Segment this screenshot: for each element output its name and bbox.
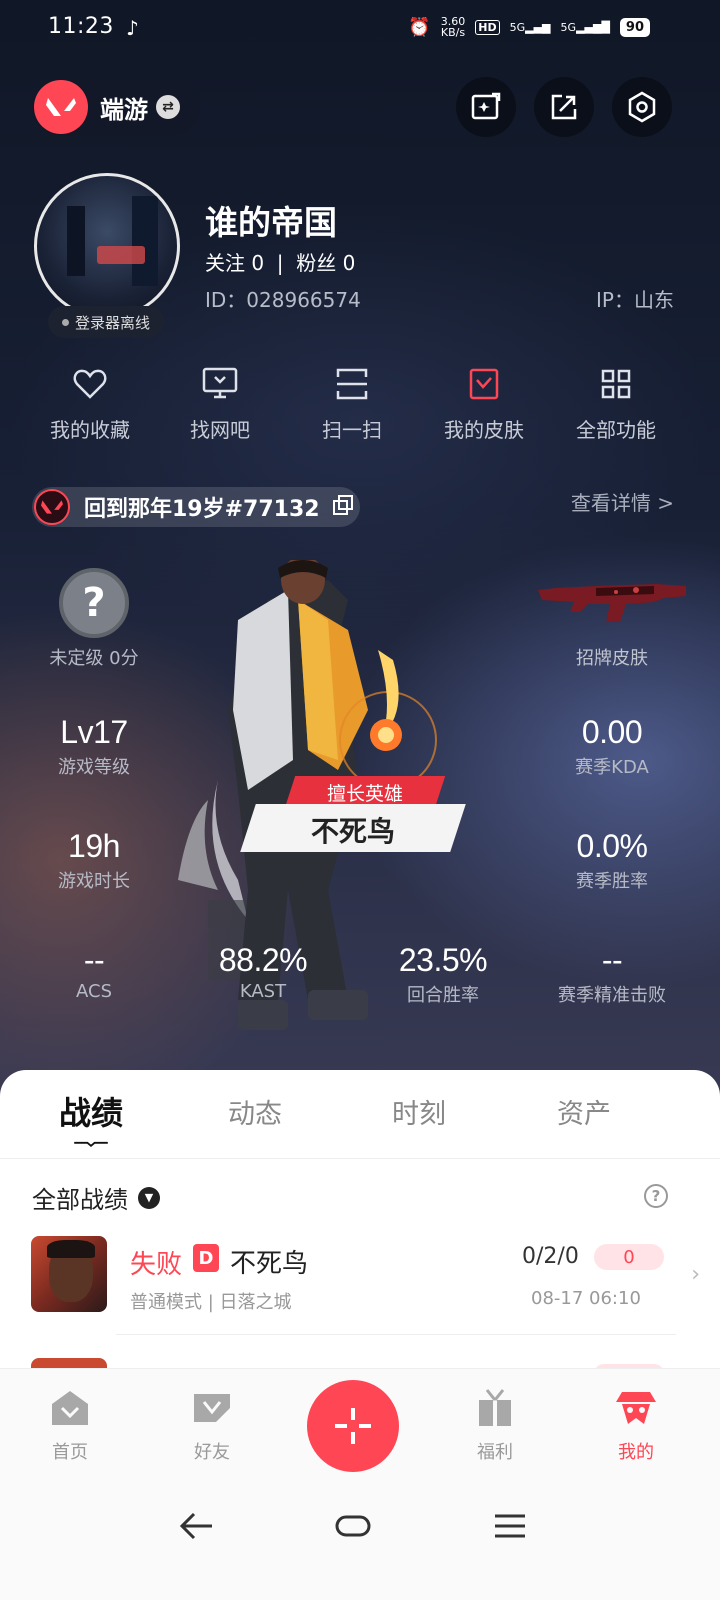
function-all[interactable]: 全部功能 <box>556 364 676 443</box>
tab-feed[interactable]: 动态 <box>185 1092 325 1131</box>
stat-precise-kills: -- 赛季精准击败 <box>558 942 666 1006</box>
function-scan[interactable]: 扫一扫 <box>292 364 412 443</box>
gift-icon <box>479 1389 511 1426</box>
system-menu-icon[interactable] <box>492 1510 528 1542</box>
nav-home[interactable]: 首页 <box>20 1388 120 1464</box>
friends-icon <box>194 1394 230 1422</box>
share-icon <box>551 94 577 120</box>
settings-button[interactable] <box>612 77 672 137</box>
records-filter-dropdown[interactable]: 全部战绩 ▼ <box>32 1180 160 1215</box>
system-back-icon[interactable] <box>178 1510 216 1542</box>
match-mode-tag: D <box>193 1244 219 1272</box>
stat-hours: 19h 游戏时长 <box>58 828 130 892</box>
app-name: 端游 <box>100 95 148 124</box>
edit-card-icon <box>471 92 501 120</box>
scan-icon <box>336 368 368 400</box>
battery-indicator: 90 <box>619 17 650 37</box>
function-label: 全部功能 <box>576 418 656 442</box>
function-find-cafe[interactable]: 找网吧 <box>160 364 280 443</box>
stat-kda: 0.00 赛季KDA <box>575 714 649 778</box>
heart-icon <box>73 369 107 399</box>
game-account-name: 回到那年19岁#77132 <box>84 497 320 522</box>
alarm-icon: ⏰ <box>408 16 431 38</box>
signal-1-icon: 5G▂▄▆ <box>509 20 551 34</box>
tab-indicator <box>74 1141 108 1147</box>
nav-me[interactable]: 我的 <box>586 1388 686 1464</box>
chevron-down-icon: ▼ <box>138 1186 160 1209</box>
net-speed: 3.60 KB/s <box>440 15 466 39</box>
match-agent-name: 不死鸟 <box>230 1249 309 1279</box>
share-button[interactable] <box>534 77 594 137</box>
status-time: 11:23 <box>48 14 114 39</box>
stat-acs: -- ACS <box>76 942 112 1002</box>
app-switcher[interactable]: 端游 ⇄ <box>32 78 200 136</box>
tab-records[interactable]: 战绩 <box>21 1088 161 1134</box>
tab-assets[interactable]: 资产 <box>514 1092 654 1131</box>
home-icon <box>52 1391 88 1425</box>
copy-icon[interactable] <box>332 494 354 520</box>
hero-name: 不死鸟 <box>310 815 395 848</box>
signature-skin-label: 招牌皮肤 <box>576 648 648 669</box>
function-label: 找网吧 <box>190 418 250 442</box>
chevron-right-icon[interactable]: › <box>691 1262 700 1287</box>
stat-round-winrate: 23.5% 回合胜率 <box>398 942 488 1006</box>
skin-icon <box>469 368 499 400</box>
follow-stats[interactable]: 关注 0 | 粉丝 0 <box>205 247 355 276</box>
match-agent-thumbnail <box>31 1236 107 1312</box>
function-my-skins[interactable]: 我的皮肤 <box>424 364 544 443</box>
match-result: 失败 <box>130 1250 183 1280</box>
stat-kast: 88.2% KAST <box>218 942 308 1002</box>
divider <box>0 1158 720 1159</box>
function-label: 我的皮肤 <box>444 418 524 442</box>
hero-badge-title: 擅长英雄 <box>326 783 403 805</box>
valorant-logo-icon <box>34 489 70 525</box>
help-icon[interactable]: ? <box>644 1184 668 1208</box>
stat-winrate: 0.0% 赛季胜率 <box>576 828 648 892</box>
match-kda: 0/2/0 <box>522 1244 579 1269</box>
nav-friends[interactable]: 好友 <box>162 1388 262 1464</box>
rank-icon: ? <box>59 568 129 638</box>
rifle-skin-icon <box>538 584 686 622</box>
tab-moments[interactable]: 时刻 <box>349 1092 489 1131</box>
create-post-button[interactable] <box>307 1380 399 1472</box>
system-home-icon[interactable] <box>334 1510 372 1542</box>
edit-card-button[interactable] <box>456 77 516 137</box>
hd-badge: HD <box>475 19 500 35</box>
game-account-bar[interactable]: 回到那年19岁#77132 <box>32 487 360 527</box>
plus-icon <box>335 1408 371 1444</box>
swap-icon: ⇄ <box>156 95 180 119</box>
ip-location: IP：山东 <box>596 288 674 312</box>
valorant-logo-icon <box>34 80 88 134</box>
rank-label: 未定级 0分 <box>49 648 139 669</box>
view-details-link[interactable]: 查看详情 > <box>571 487 674 516</box>
settings-icon <box>628 91 656 123</box>
nav-welfare[interactable]: 福利 <box>445 1388 545 1464</box>
profile-agent-icon <box>616 1392 656 1424</box>
signal-2-icon: 5G▂▄▆█ <box>560 20 610 34</box>
launcher-status-badge: 登录器离线 <box>48 306 165 338</box>
match-time: 08-17 06:10 <box>531 1288 641 1309</box>
function-label: 我的收藏 <box>50 418 130 442</box>
function-label: 扫一扫 <box>322 418 382 442</box>
tiktok-icon: ♪ <box>126 16 139 40</box>
grid-icon <box>601 369 631 399</box>
status-icons: ⏰ 3.60 KB/s HD 5G▂▄▆ 5G▂▄▆█ 90 <box>408 16 650 38</box>
match-score: 0 <box>594 1244 664 1270</box>
function-favorites[interactable]: 我的收藏 <box>30 364 150 443</box>
monitor-icon <box>202 367 238 399</box>
user-id: ID：028966574 <box>205 288 361 312</box>
filter-label: 全部战绩 <box>32 1186 128 1214</box>
match-mode-map: 普通模式 | 日落之城 <box>130 1292 292 1313</box>
stat-level: Lv17 游戏等级 <box>58 714 130 778</box>
avatar[interactable] <box>34 173 180 319</box>
username: 谁的帝国 <box>205 203 337 242</box>
divider <box>116 1334 676 1335</box>
